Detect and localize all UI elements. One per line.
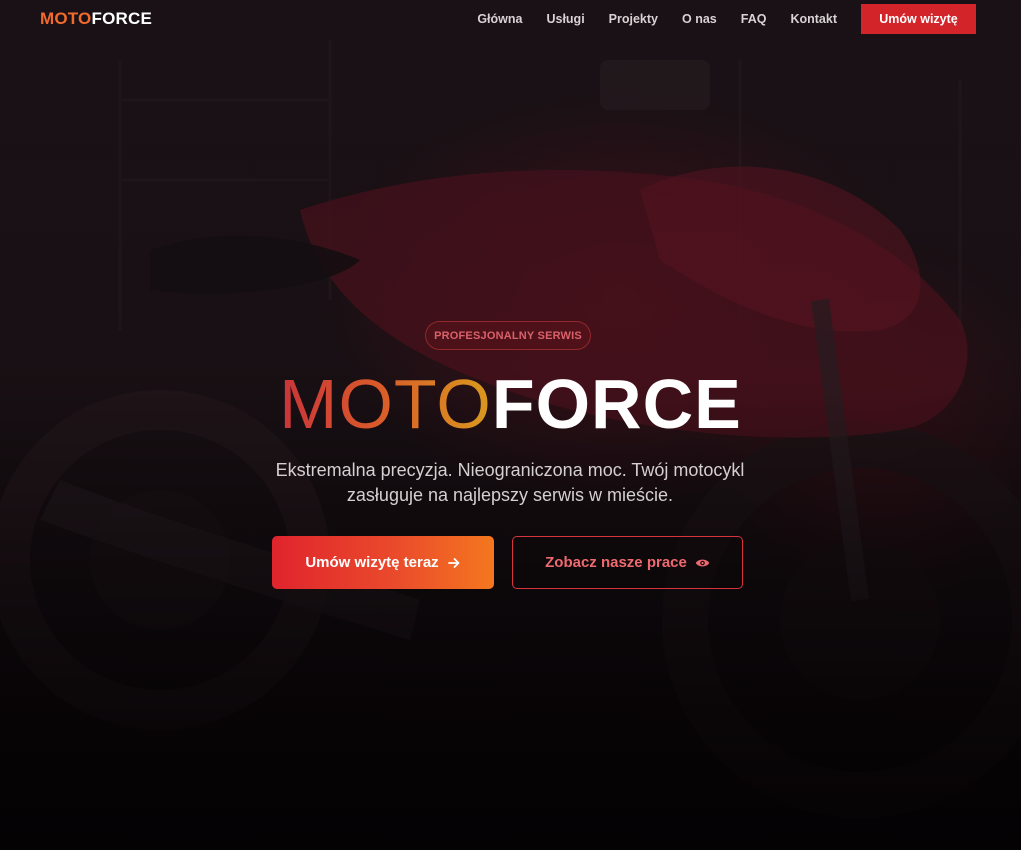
arrow-right-icon bbox=[447, 556, 461, 570]
hero-subtitle-line-1: Ekstremalna precyzja. Nieograniczona moc… bbox=[275, 460, 745, 480]
nav-link-uslugi[interactable]: Usługi bbox=[546, 12, 584, 26]
nav-link-o-nas[interactable]: O nas bbox=[682, 12, 717, 26]
hero-title-force: FORCE bbox=[491, 365, 742, 443]
book-visit-now-button[interactable]: Umów wizytę teraz bbox=[272, 536, 494, 589]
book-visit-nav-button[interactable]: Umów wizytę bbox=[861, 4, 976, 34]
hero-subtitle: Ekstremalna precyzja. Nieograniczona moc… bbox=[230, 458, 790, 508]
logo[interactable]: MOTOFORCE bbox=[40, 9, 152, 29]
nav-link-kontakt[interactable]: Kontakt bbox=[790, 12, 837, 26]
service-badge: PROFESJONALNY SERWIS bbox=[425, 321, 591, 350]
nav-link-faq[interactable]: FAQ bbox=[741, 12, 767, 26]
hero-title: MOTOFORCE bbox=[0, 364, 1021, 444]
nav-links: Główna Usługi Projekty O nas FAQ Kontakt… bbox=[453, 4, 976, 34]
nav-link-glowna[interactable]: Główna bbox=[477, 12, 522, 26]
nav-link-projekty[interactable]: Projekty bbox=[609, 12, 658, 26]
book-visit-now-label: Umów wizytę teraz bbox=[305, 554, 439, 571]
eye-icon bbox=[695, 557, 710, 569]
hero-subtitle-line-2: zasługuje na najlepszy serwis w mieście. bbox=[346, 485, 674, 505]
logo-part-moto: MOTO bbox=[40, 9, 92, 28]
see-our-work-label: Zobacz nasze prace bbox=[545, 554, 687, 571]
hero-title-moto: MOTO bbox=[279, 365, 492, 443]
see-our-work-button[interactable]: Zobacz nasze prace bbox=[512, 536, 743, 589]
logo-part-force: FORCE bbox=[91, 9, 152, 28]
navbar: MOTOFORCE Główna Usługi Projekty O nas F… bbox=[0, 0, 1021, 38]
